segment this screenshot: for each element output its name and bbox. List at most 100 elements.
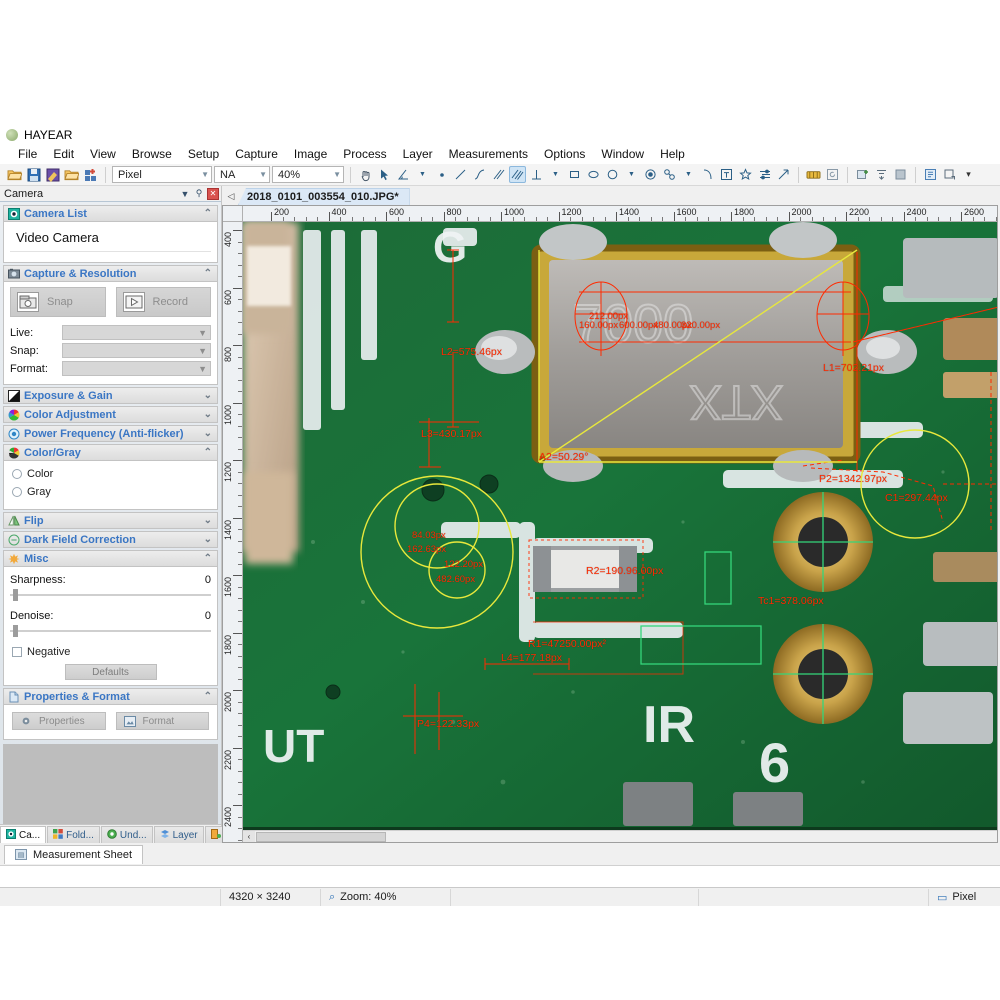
dark-field-correction-header[interactable]: Dark Field Correction ⌄ [3,531,218,548]
sidebar-tab-camera[interactable]: Ca... [0,826,46,843]
save-icon[interactable] [25,166,42,183]
pin-icon[interactable]: ⚲ [193,188,205,200]
sheet-icon[interactable] [922,166,939,183]
sharpness-slider[interactable] [10,589,211,601]
measurement-label-C1[interactable]: C1=297.44px [885,492,948,504]
menu-options[interactable]: Options [536,146,593,162]
menu-capture[interactable]: Capture [227,146,286,162]
grid-add-icon[interactable] [82,166,99,183]
expand-down-icon[interactable]: ⌄ [204,515,212,526]
line-icon[interactable] [452,166,469,183]
expand-down-icon[interactable]: ⌄ [204,534,212,545]
expand-down-icon[interactable]: ⌄ [204,428,212,439]
scroll-left-icon[interactable]: ‹ [243,831,255,843]
measurement-label-L3[interactable]: L3=430.17px [421,428,482,440]
measurement-label-P4[interactable]: P4=122.33px [417,718,479,730]
collapse-up-icon[interactable]: ⌃ [204,691,212,702]
menu-view[interactable]: View [82,146,124,162]
format-select[interactable]: ▼ [62,361,211,376]
ellipse-icon[interactable] [585,166,602,183]
select-arrow-icon[interactable] [376,166,393,183]
parallel-lines-icon[interactable] [490,166,507,183]
layer-add-icon[interactable] [854,166,871,183]
open-folder-icon[interactable] [6,166,23,183]
measurement-label-A2[interactable]: A2=50.29° [539,451,588,463]
polyline-icon[interactable] [471,166,488,183]
measurement-label-L1[interactable]: L1=702.21px [823,362,884,374]
menu-file[interactable]: File [10,146,45,162]
angle-icon[interactable] [395,166,412,183]
exposure-gain-header[interactable]: Exposure & Gain ⌄ [3,387,218,404]
align-icon[interactable] [873,166,890,183]
collapse-up-icon[interactable]: ⌃ [204,208,212,219]
measurement-label-R2[interactable]: R2=190.96.00px [586,565,663,577]
menu-image[interactable]: Image [286,146,335,162]
horizontal-scrollbar[interactable]: ‹ [243,830,997,842]
arrow-icon[interactable] [775,166,792,183]
radio-color[interactable]: Color [10,465,211,483]
rectangle-icon[interactable] [566,166,583,183]
point-icon[interactable] [433,166,450,183]
angle-dropdown-icon[interactable]: ▼ [414,166,431,183]
measurement-label-R3e[interactable]: 320.00px [681,320,720,331]
collapse-up-icon[interactable]: ⌃ [204,447,212,458]
multi-parallel-icon[interactable] [509,166,526,183]
text-icon[interactable] [718,166,735,183]
record-button[interactable]: Record [116,287,212,317]
chain-dropdown-icon[interactable]: ▼ [680,166,697,183]
expand-down-icon[interactable]: ⌄ [204,409,212,420]
sidebar-tab-layer[interactable]: Layer [154,826,204,843]
concentric-circle-icon[interactable] [642,166,659,183]
tab-scroll-left-icon[interactable]: ◁ [224,188,238,205]
snap-select[interactable]: ▼ [62,343,211,358]
negative-checkbox[interactable]: Negative [12,646,211,658]
color-adjustment-header[interactable]: Color Adjustment ⌄ [3,406,218,423]
perpendicular-dropdown-icon[interactable]: ▼ [547,166,564,183]
menu-layer[interactable]: Layer [395,146,441,162]
color-gray-header[interactable]: Color/Gray ⌃ [3,444,218,461]
document-tab[interactable]: 2018_0101_003554_010.JPG* [238,188,410,205]
measurement-label-Cc3[interactable]: 122.20px [444,559,483,570]
measurement-label-Cc1[interactable]: 84.03px [412,530,446,541]
radio-gray[interactable]: Gray [10,483,211,501]
collapse-up-icon[interactable]: ⌃ [204,268,212,279]
slider-knob[interactable] [13,589,18,601]
camera-list-item-video-camera[interactable]: Video Camera [10,226,211,252]
arc-icon[interactable] [699,166,716,183]
perpendicular-icon[interactable] [528,166,545,183]
denoise-slider[interactable] [10,625,211,637]
properties-button[interactable]: Properties [12,712,106,730]
measurement-label-Cc4[interactable]: 482.60px [436,574,475,585]
horizontal-ruler[interactable]: 2004006008001000120014001600180020002200… [243,206,997,222]
flip-header[interactable]: Flip ⌄ [3,512,218,529]
reset-icon[interactable] [824,166,841,183]
capture-resolution-header[interactable]: Capture & Resolution ⌃ [3,265,218,282]
dropdown-icon[interactable]: ▼ [179,188,191,200]
measurement-label-R3b[interactable]: 160.00px [579,320,618,331]
measurement-label-P2[interactable]: P2=1342.97px [819,473,887,485]
expand-down-icon[interactable]: ⌄ [204,390,212,401]
format-button[interactable]: Format [116,712,210,730]
unit-combo[interactable]: Pixel ▼ [112,166,212,183]
open-recent-icon[interactable] [63,166,80,183]
vertical-ruler[interactable]: 4006008001000120014001600180020002200240… [223,222,243,842]
overflow-icon[interactable]: ▾ [960,166,977,183]
properties-format-header[interactable]: Properties & Format ⌃ [3,688,218,705]
calibration-combo[interactable]: NA ▼ [214,166,270,183]
scrollbar-thumb[interactable] [256,832,386,842]
measurement-label-Tc1[interactable]: Tc1=378.06px [758,595,824,607]
sidebar-tab-folder[interactable]: Fold... [47,826,100,843]
defaults-button[interactable]: Defaults [65,664,157,680]
circle-dropdown-icon[interactable]: ▼ [623,166,640,183]
menu-process[interactable]: Process [335,146,394,162]
snap-button[interactable]: Snap [10,287,106,317]
polygon-star-icon[interactable] [737,166,754,183]
delete-icon[interactable] [892,166,909,183]
export-icon[interactable] [941,166,958,183]
power-frequency-header[interactable]: Power Frequency (Anti-flicker) ⌄ [3,425,218,442]
menu-browse[interactable]: Browse [124,146,180,162]
menu-measurements[interactable]: Measurements [441,146,536,162]
menu-edit[interactable]: Edit [45,146,82,162]
chain-icon[interactable] [661,166,678,183]
save-as-icon[interactable] [44,166,61,183]
